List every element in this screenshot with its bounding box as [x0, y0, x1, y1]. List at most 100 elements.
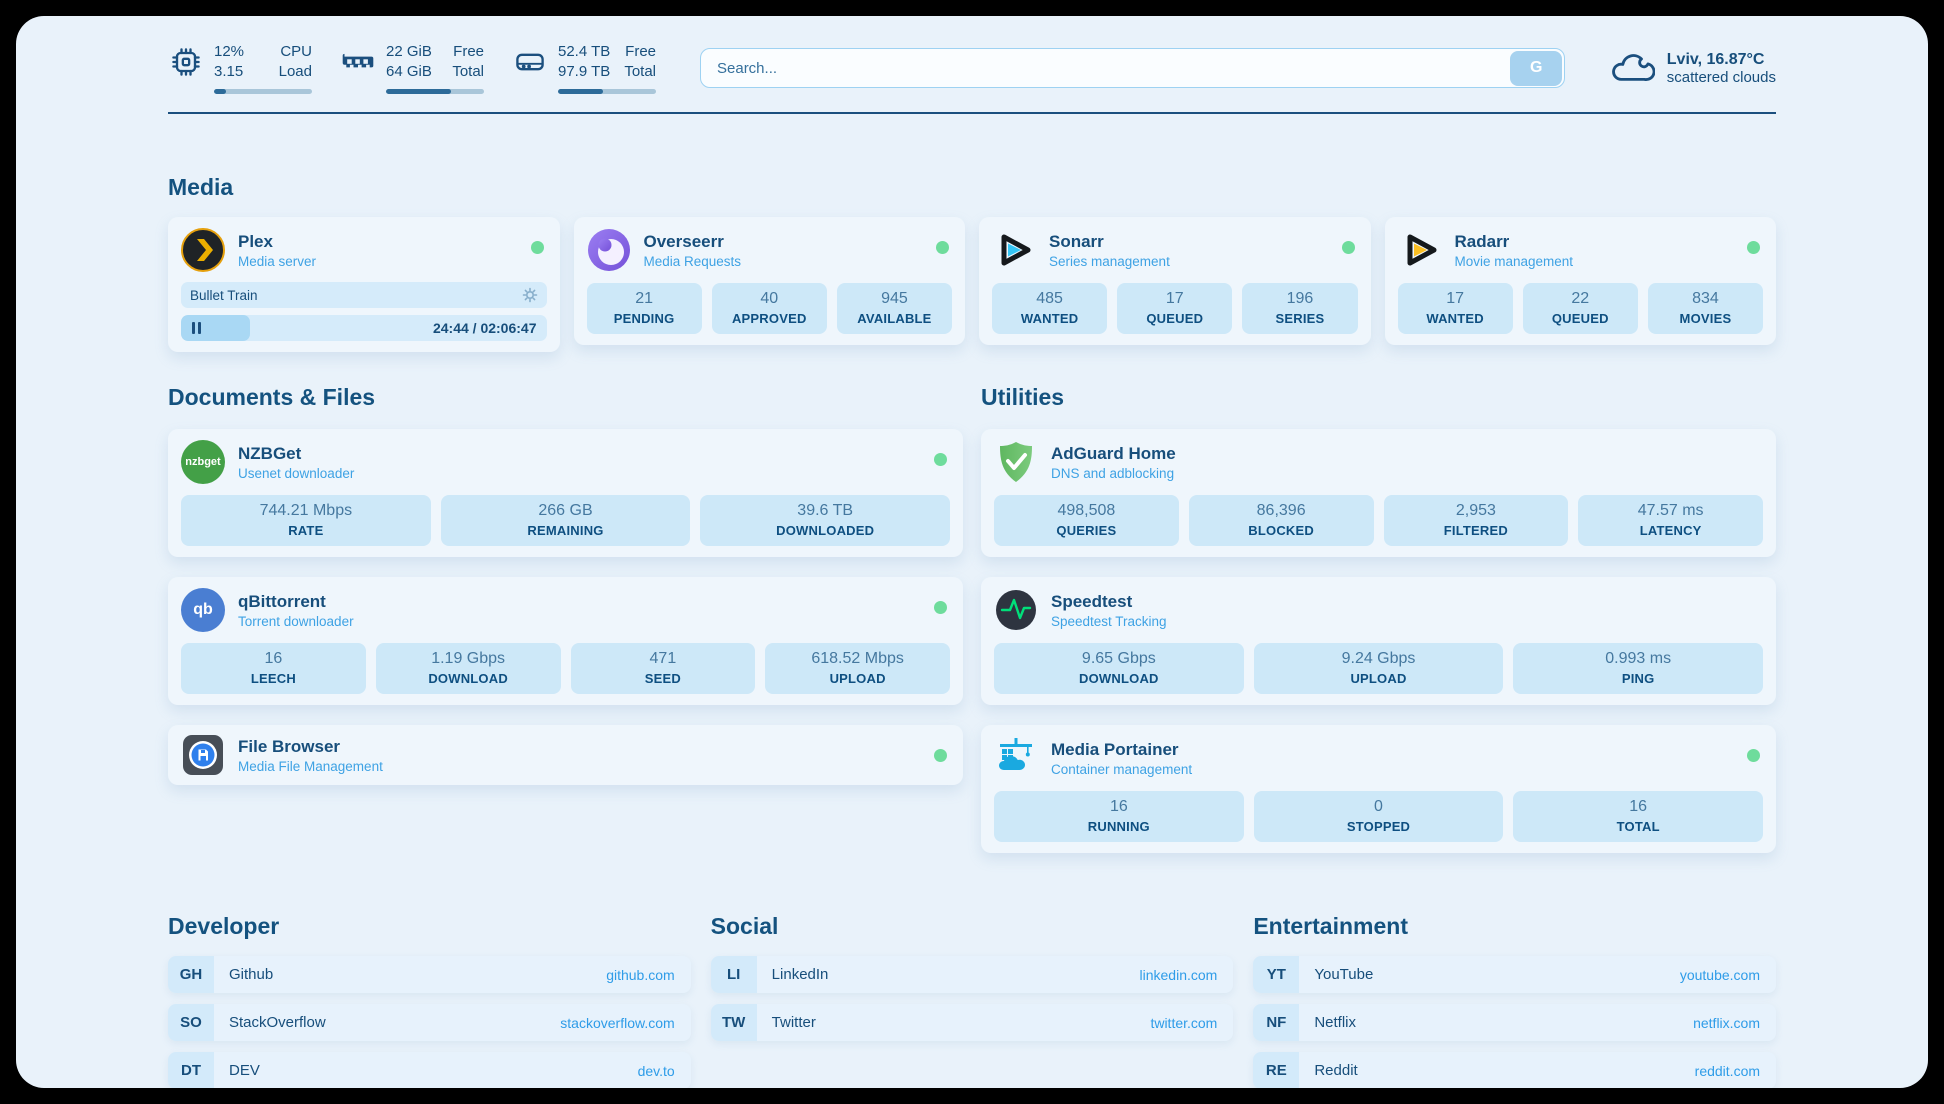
- social-links: Social LI LinkedIn linkedin.com TW Twitt…: [711, 913, 1234, 1088]
- now-playing-row: Bullet Train: [181, 282, 547, 308]
- ram-total-label: Total: [452, 62, 484, 82]
- link-netflix[interactable]: NF Netflix netflix.com: [1253, 1004, 1776, 1041]
- link-youtube[interactable]: YT YouTube youtube.com: [1253, 956, 1776, 993]
- stat-tile: 2,953FILTERED: [1384, 495, 1569, 546]
- app-name: Sonarr: [1049, 232, 1170, 252]
- link-stackoverflow[interactable]: SO StackOverflow stackoverflow.com: [168, 1004, 691, 1041]
- stat-tile: 0.993 msPING: [1513, 643, 1763, 694]
- stat-tile: 498,508QUERIES: [994, 495, 1179, 546]
- disk-progress-bar: [558, 89, 656, 94]
- link-github[interactable]: GH Github github.com: [168, 956, 691, 993]
- disk-total: 97.9 TB: [558, 62, 610, 82]
- top-bar: 12% 3.15 CPU Load 22 GiB: [168, 16, 1776, 92]
- stat-tile: 945AVAILABLE: [837, 283, 952, 334]
- qbittorrent-card[interactable]: qb qBittorrent Torrent downloader 16LEEC…: [168, 577, 963, 705]
- stat-tile: 16TOTAL: [1513, 791, 1763, 842]
- radarr-icon: [1398, 228, 1442, 272]
- disk-icon: [512, 44, 548, 80]
- cpu-progress-bar: [214, 89, 312, 94]
- app-subtitle: Media server: [238, 254, 316, 269]
- stat-tile: 618.52 MbpsUPLOAD: [765, 643, 950, 694]
- filebrowser-icon: [181, 733, 225, 777]
- link-badge: SO: [168, 1004, 214, 1041]
- search-input[interactable]: [700, 48, 1565, 88]
- dashboard-page: 12% 3.15 CPU Load 22 GiB: [16, 16, 1928, 1088]
- stat-tile: 744.21 MbpsRATE: [181, 495, 431, 546]
- link-badge: DT: [168, 1052, 214, 1088]
- radarr-card[interactable]: Radarr Movie management 17WANTED 22QUEUE…: [1385, 217, 1777, 345]
- cpu-icon: [168, 44, 204, 80]
- link-badge: TW: [711, 1004, 757, 1041]
- stat-tile: 16RUNNING: [994, 791, 1244, 842]
- section-title-entertainment: Entertainment: [1253, 913, 1776, 940]
- stat-tile: 39.6 TBDOWNLOADED: [700, 495, 950, 546]
- weather-condition: scattered clouds: [1667, 69, 1776, 86]
- link-badge: GH: [168, 956, 214, 993]
- plex-card[interactable]: Plex Media server Bullet Train 24:44 / 0…: [168, 217, 560, 352]
- portainer-icon: [994, 736, 1038, 780]
- system-resources: 12% 3.15 CPU Load 22 GiB: [168, 42, 656, 94]
- status-dot: [934, 601, 947, 614]
- section-title-documents: Documents & Files: [168, 384, 963, 411]
- speedtest-card[interactable]: Speedtest Speedtest Tracking 9.65 GbpsDO…: [981, 577, 1776, 705]
- overseerr-card[interactable]: Overseerr Media Requests 21PENDING 40APP…: [574, 217, 966, 345]
- disk-free: 52.4 TB: [558, 42, 610, 62]
- ram-icon: [340, 44, 376, 80]
- search-bar: G: [700, 48, 1565, 88]
- status-dot: [1342, 241, 1355, 254]
- app-subtitle: Media Requests: [644, 254, 742, 269]
- utilities-column: Utilities AdGuard Home DNS and adblockin…: [981, 384, 1776, 873]
- ram-progress-bar: [386, 89, 484, 94]
- cloud-icon: [1609, 50, 1655, 86]
- nzbget-icon: nzbget: [181, 440, 225, 484]
- search-engine-button[interactable]: G: [1510, 51, 1562, 86]
- status-dot: [1747, 749, 1760, 762]
- pause-icon[interactable]: [192, 322, 201, 334]
- section-title-developer: Developer: [168, 913, 691, 940]
- link-dev[interactable]: DT DEV dev.to: [168, 1052, 691, 1088]
- qbittorrent-icon: qb: [181, 588, 225, 632]
- stat-tile: 17WANTED: [1398, 283, 1513, 334]
- app-name: Plex: [238, 232, 316, 252]
- weather-widget[interactable]: Lviv, 16.87°C scattered clouds: [1609, 50, 1776, 86]
- nzbget-card[interactable]: nzbget NZBGet Usenet downloader 744.21 M…: [168, 429, 963, 557]
- link-reddit[interactable]: RE Reddit reddit.com: [1253, 1052, 1776, 1088]
- stat-tile: 40APPROVED: [712, 283, 827, 334]
- overseerr-icon: [587, 228, 631, 272]
- status-dot: [934, 749, 947, 762]
- adguard-card[interactable]: AdGuard Home DNS and adblocking 498,508Q…: [981, 429, 1776, 557]
- link-twitter[interactable]: TW Twitter twitter.com: [711, 1004, 1234, 1041]
- sonarr-card[interactable]: Sonarr Series management 485WANTED 17QUE…: [979, 217, 1371, 345]
- playback-time: 24:44 / 02:06:47: [433, 315, 537, 341]
- portainer-card[interactable]: Media Portainer Container management 16R…: [981, 725, 1776, 853]
- disk-total-label: Total: [624, 62, 656, 82]
- cpu-load-label: Load: [279, 62, 312, 82]
- stat-tile: 1.19 GbpsDOWNLOAD: [376, 643, 561, 694]
- stat-tile: 485WANTED: [992, 283, 1107, 334]
- gear-icon[interactable]: [522, 287, 538, 303]
- ram-widget: 22 GiB 64 GiB Free Total: [340, 42, 484, 94]
- entertainment-links: Entertainment YT YouTube youtube.com NF …: [1253, 913, 1776, 1088]
- ram-free: 22 GiB: [386, 42, 432, 62]
- stat-tile: 9.65 GbpsDOWNLOAD: [994, 643, 1244, 694]
- status-dot: [1747, 241, 1760, 254]
- section-title-media: Media: [168, 174, 1776, 201]
- filebrowser-card[interactable]: File Browser Media File Management: [168, 725, 963, 785]
- section-title-social: Social: [711, 913, 1234, 940]
- status-dot: [934, 453, 947, 466]
- app-name: Overseerr: [644, 232, 742, 252]
- stat-tile: 22QUEUED: [1523, 283, 1638, 334]
- app-subtitle: Movie management: [1455, 254, 1574, 269]
- stat-tile: 196SERIES: [1242, 283, 1357, 334]
- documents-column: Documents & Files nzbget NZBGet Usenet d…: [168, 384, 963, 805]
- app-name: Media Portainer: [1051, 740, 1192, 760]
- playback-progress-bar[interactable]: 24:44 / 02:06:47: [181, 315, 547, 341]
- link-linkedin[interactable]: LI LinkedIn linkedin.com: [711, 956, 1234, 993]
- stat-tile: 266 GBREMAINING: [441, 495, 691, 546]
- stat-tile: 834MOVIES: [1648, 283, 1763, 334]
- cpu-label: CPU: [279, 42, 312, 62]
- status-dot: [936, 241, 949, 254]
- adguard-icon: [994, 440, 1038, 484]
- app-name: NZBGet: [238, 444, 354, 464]
- status-dot: [531, 241, 544, 254]
